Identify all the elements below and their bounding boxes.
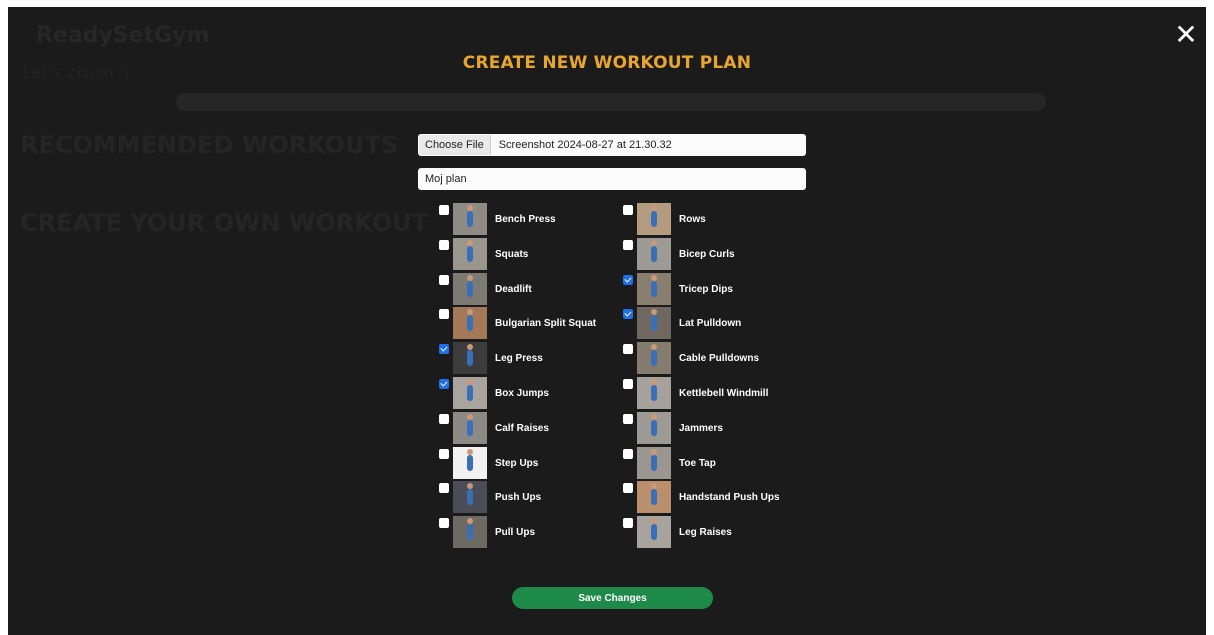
exercise-checkbox[interactable] [623, 344, 633, 355]
exercise-item[interactable]: Deadlift [439, 272, 629, 308]
exercise-thumbnail [453, 272, 487, 305]
exercise-thumbnail [637, 411, 671, 444]
exercise-item[interactable]: Pull Ups [439, 516, 629, 551]
background-search-bar [176, 93, 1046, 111]
modal-title: CREATE NEW WORKOUT PLAN [462, 53, 752, 73]
exercise-list-left: Bench Press Squats Deadlift Bulgarian Split… [439, 203, 629, 551]
exercise-label: Box Jumps [495, 387, 549, 399]
plan-name-input[interactable] [418, 168, 806, 190]
exercise-item[interactable]: Box Jumps [439, 376, 629, 412]
exercise-item[interactable]: Jammers [623, 411, 813, 447]
exercise-item[interactable]: Calf Raises [439, 411, 629, 447]
exercise-thumbnail [453, 307, 487, 340]
exercise-thumbnail [637, 307, 671, 340]
exercise-item[interactable]: Rows [623, 203, 813, 238]
exercise-checkbox[interactable] [439, 378, 449, 389]
exercise-label: Calf Raises [495, 422, 549, 434]
exercise-list-right: Rows Bicep Curls Tricep Dips Lat Pulldown Ca… [623, 203, 813, 551]
exercise-item[interactable]: Kettlebell Windmill [623, 376, 813, 412]
exercise-thumbnail [637, 342, 671, 375]
exercise-checkbox[interactable] [439, 518, 449, 529]
exercise-item[interactable]: Push Ups [439, 481, 629, 516]
exercise-label: Handstand Push Ups [679, 492, 780, 504]
exercise-thumbnail [637, 481, 671, 514]
exercise-thumbnail [637, 376, 671, 409]
exercise-checkbox[interactable] [439, 309, 449, 320]
exercise-thumbnail [637, 272, 671, 305]
exercise-item[interactable]: Handstand Push Ups [623, 481, 813, 516]
exercise-checkbox[interactable] [623, 274, 633, 285]
exercise-checkbox[interactable] [623, 483, 633, 494]
exercise-label: Deadlift [495, 283, 532, 295]
close-icon[interactable]: ✕ [1174, 21, 1198, 49]
background-recommended-heading: RECOMMENDED WORKOUTS [20, 131, 399, 159]
exercise-item[interactable]: Toe Tap [623, 446, 813, 482]
exercise-checkbox[interactable] [439, 344, 449, 355]
exercise-checkbox[interactable] [623, 205, 633, 215]
exercise-thumbnail [453, 376, 487, 409]
exercise-label: Bicep Curls [679, 248, 735, 260]
exercise-item[interactable]: Lat Pulldown [623, 307, 813, 342]
exercise-checkbox[interactable] [439, 413, 449, 424]
exercise-label: Kettlebell Windmill [679, 387, 769, 399]
background-create-heading: CREATE YOUR OWN WORKOUT [20, 209, 429, 237]
exercise-checkbox[interactable] [623, 448, 633, 459]
exercise-label: Cable Pulldowns [679, 353, 760, 365]
exercise-checkbox[interactable] [439, 448, 449, 459]
exercise-label: Lat Pulldown [679, 318, 742, 330]
exercise-label: Bulgarian Split Squat [495, 318, 597, 330]
save-changes-button[interactable]: Save Changes [512, 587, 713, 609]
exercise-item[interactable]: Cable Pulldowns [623, 342, 813, 377]
exercise-thumbnail [453, 342, 487, 375]
exercise-thumbnail [453, 516, 487, 549]
exercise-thumbnail [453, 481, 487, 514]
exercise-thumbnail [637, 237, 671, 270]
exercise-item[interactable]: Bench Press [439, 203, 629, 238]
exercise-checkbox[interactable] [439, 483, 449, 494]
exercise-thumbnail [453, 237, 487, 270]
exercise-checkbox[interactable] [623, 239, 633, 250]
exercise-thumbnail [637, 446, 671, 479]
selected-file-name: Screenshot 2024-08-27 at 21.30.32 [498, 139, 672, 151]
exercise-label: Jammers [679, 422, 723, 434]
exercise-label: Squats [495, 248, 529, 260]
exercise-label: Toe Tap [679, 457, 716, 469]
exercise-checkbox[interactable] [439, 274, 449, 285]
exercise-thumbnail [637, 203, 671, 235]
exercise-thumbnail [637, 516, 671, 549]
exercise-label: Leg Press [495, 353, 543, 365]
exercise-label: Push Ups [495, 492, 542, 504]
exercise-checkbox[interactable] [623, 413, 633, 424]
exercise-checkbox[interactable] [623, 378, 633, 389]
exercise-label: Leg Raises [679, 527, 732, 539]
exercise-checkbox[interactable] [623, 518, 633, 529]
exercise-item[interactable]: Bulgarian Split Squat [439, 307, 629, 342]
exercise-label: Bench Press [495, 214, 556, 225]
exercise-label: Tricep Dips [679, 283, 733, 295]
exercise-item[interactable]: Leg Raises [623, 516, 813, 551]
exercise-thumbnail [453, 446, 487, 479]
file-picker[interactable]: Choose File Screenshot 2024-08-27 at 21.… [418, 134, 806, 156]
exercise-checkbox[interactable] [439, 239, 449, 250]
exercise-item[interactable]: Leg Press [439, 342, 629, 377]
exercise-thumbnail [453, 203, 487, 235]
exercise-item[interactable]: Bicep Curls [623, 237, 813, 273]
background-brand: ReadySetGym [36, 23, 210, 48]
exercise-checkbox[interactable] [623, 309, 633, 320]
exercise-item[interactable]: Squats [439, 237, 629, 273]
exercise-item[interactable]: Tricep Dips [623, 272, 813, 308]
app-window: ReadySetGym Let's crush it RECOMMENDED W… [8, 7, 1206, 635]
exercise-item[interactable]: Step Ups [439, 446, 629, 482]
exercise-checkbox[interactable] [439, 205, 449, 215]
exercise-label: Rows [679, 214, 706, 225]
choose-file-button[interactable]: Choose File [419, 135, 491, 155]
exercise-label: Pull Ups [495, 527, 536, 539]
exercise-thumbnail [453, 411, 487, 444]
exercise-label: Step Ups [495, 457, 539, 469]
